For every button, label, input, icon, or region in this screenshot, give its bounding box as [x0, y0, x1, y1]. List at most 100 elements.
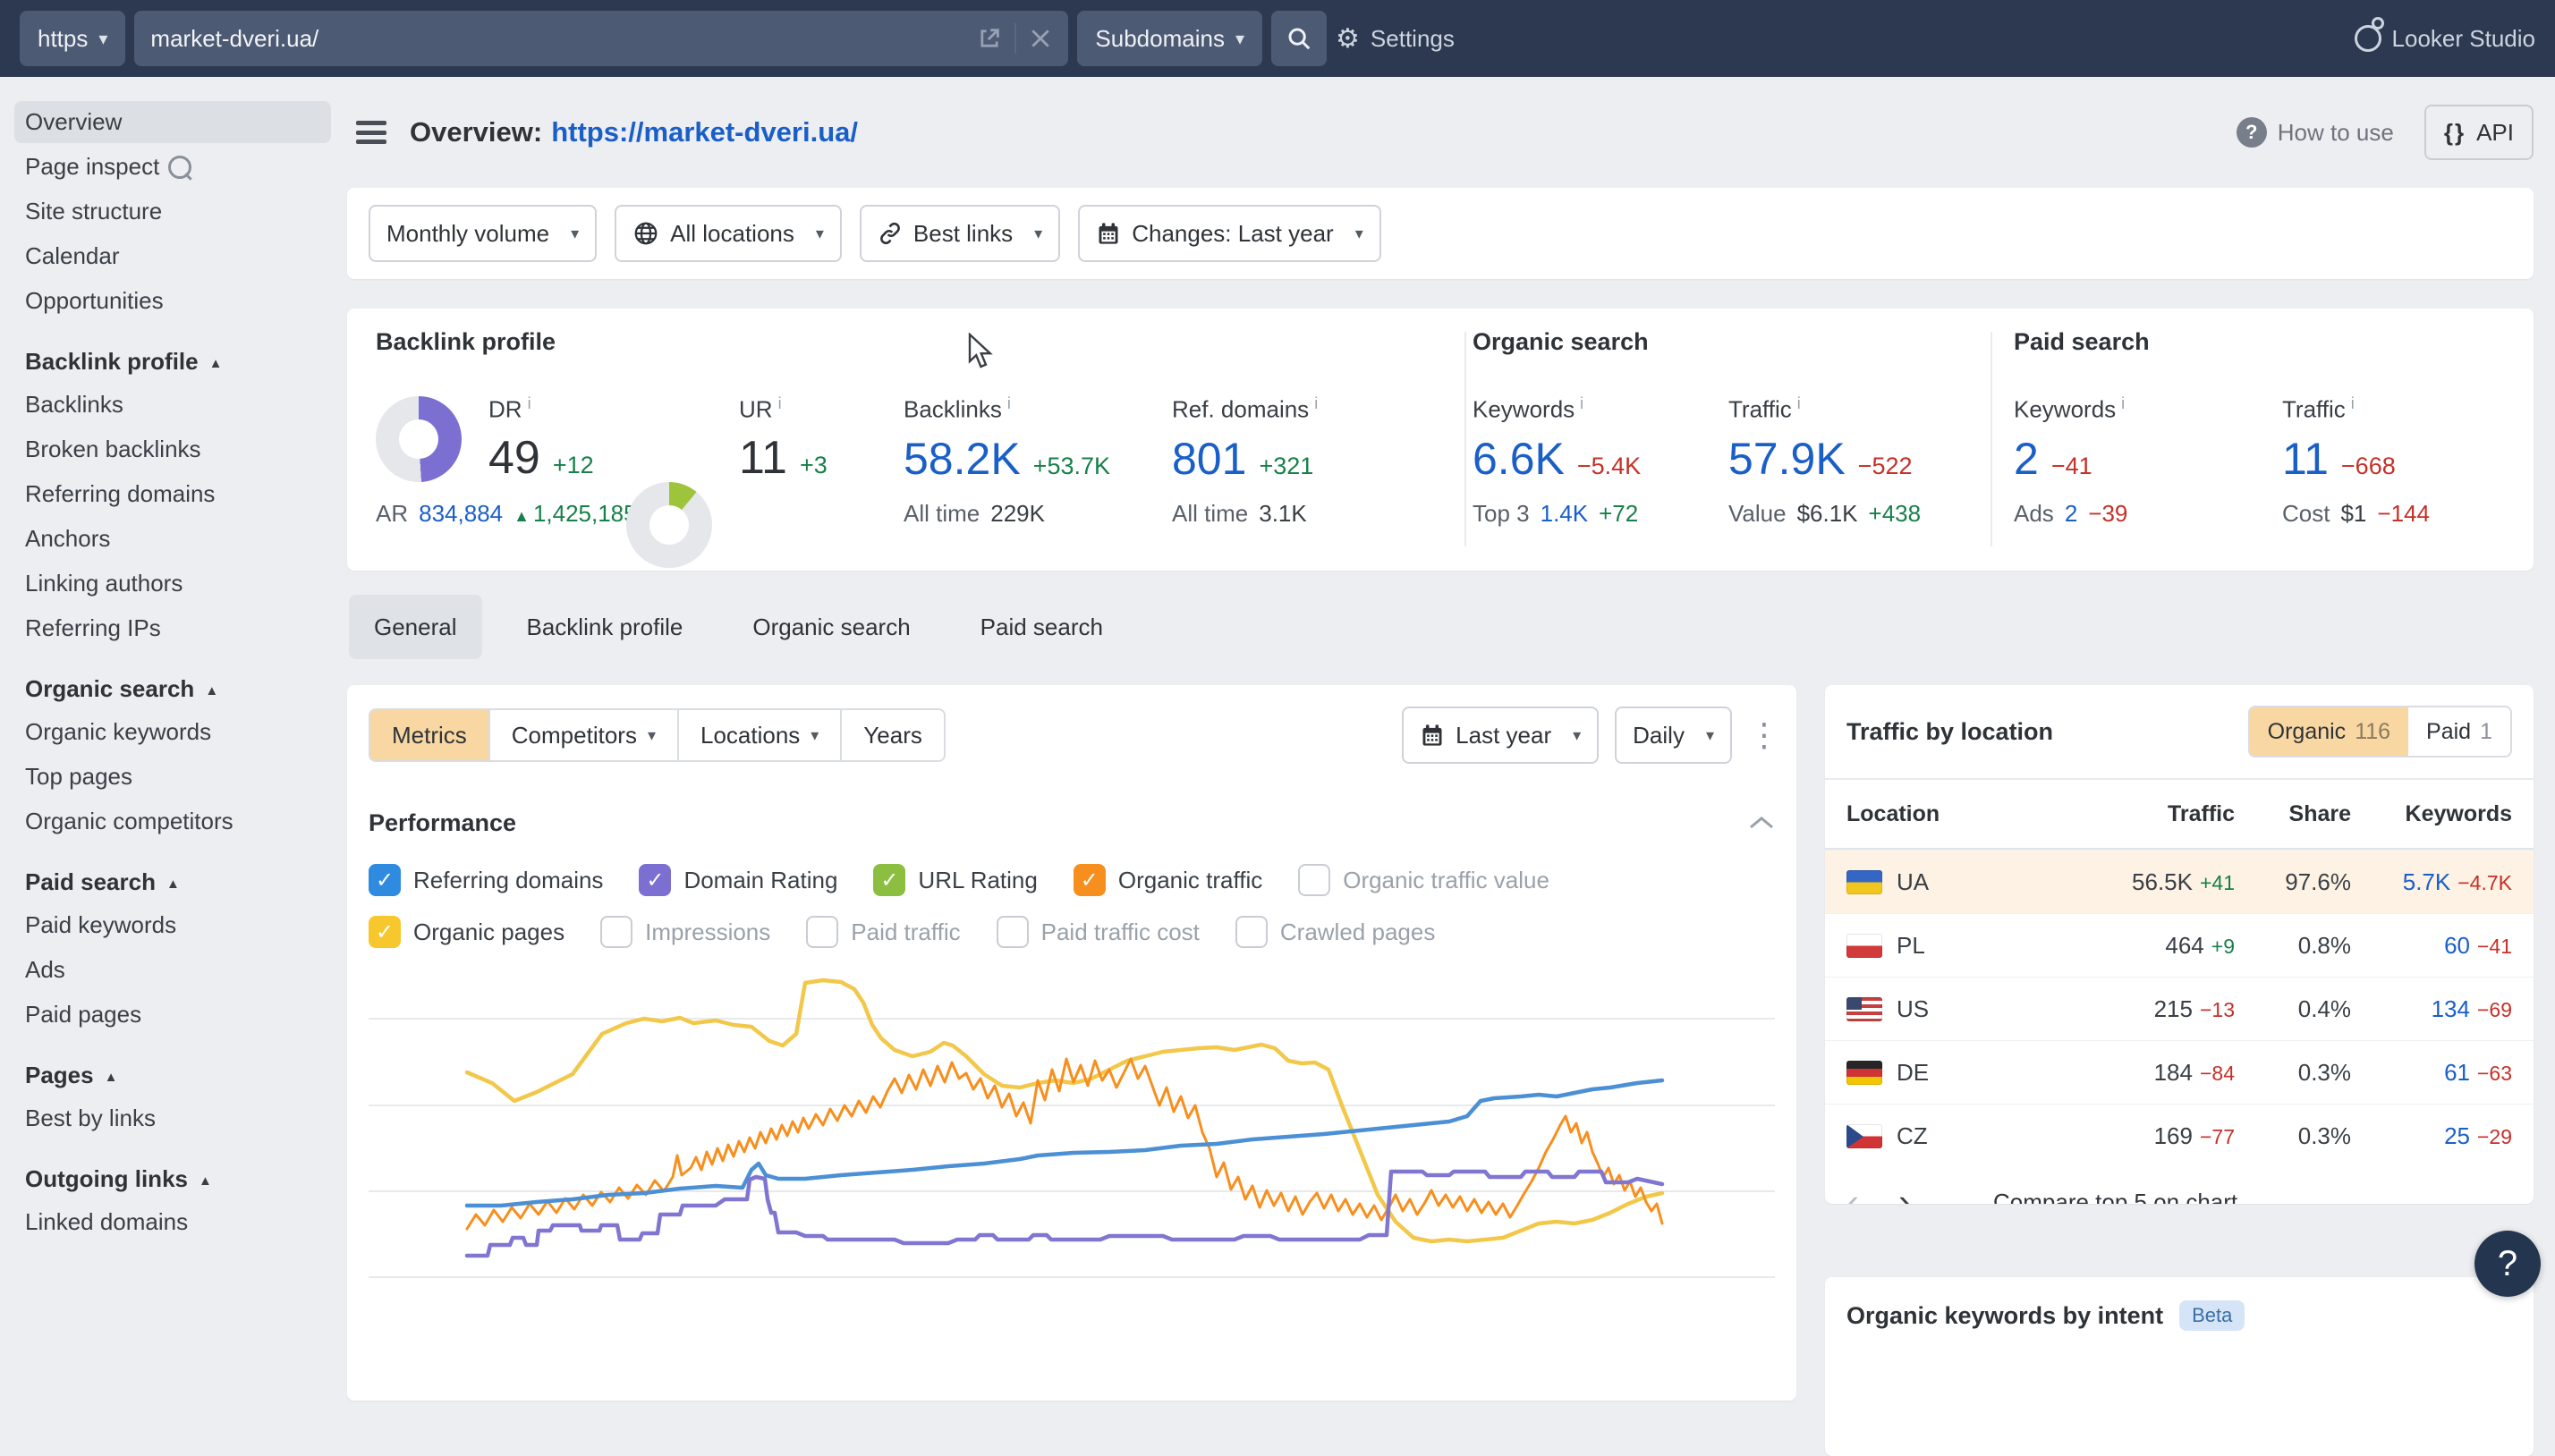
looker-studio-button[interactable]: Looker Studio	[2355, 25, 2535, 53]
sidebar-section-paid-search[interactable]: Paid search	[14, 862, 331, 902]
prev-page-icon[interactable]	[1846, 1183, 1859, 1204]
settings-label: Settings	[1371, 25, 1455, 53]
segment-locations[interactable]: Locations	[679, 710, 842, 760]
location-row-de[interactable]: DE 184−84 0.3% 61−63	[1825, 1040, 2534, 1104]
paid-keywords-value[interactable]: 2	[2014, 433, 2039, 485]
checkbox-paid-traffic[interactable]: Paid traffic	[806, 916, 960, 948]
target-url-input[interactable]: market-dveri.ua/	[134, 11, 1068, 66]
location-table-header: Location Traffic Share Keywords	[1825, 780, 2534, 850]
checkbox-url-rating[interactable]: URL Rating	[873, 864, 1037, 896]
ads-value[interactable]: 2	[2065, 500, 2077, 528]
performance-chart[interactable]	[369, 973, 1775, 1313]
sidebar-section-outgoing-links[interactable]: Outgoing links	[14, 1159, 331, 1198]
sidebar-item-paid-keywords[interactable]: Paid keywords	[14, 904, 331, 946]
checkbox-organic-pages[interactable]: Organic pages	[369, 916, 564, 948]
location-row-cz[interactable]: CZ 169−77 0.3% 25−29	[1825, 1104, 2534, 1167]
segment-metrics[interactable]: Metrics	[370, 710, 490, 760]
changes-filter-dropdown[interactable]: Changes: Last year	[1078, 205, 1381, 262]
locations-filter-dropdown[interactable]: All locations	[615, 205, 842, 262]
organic-keywords-label: Keywords	[1473, 394, 1641, 424]
sidebar-section-backlink-profile[interactable]: Backlink profile	[14, 342, 331, 381]
protocol-dropdown[interactable]: https	[20, 11, 125, 66]
sidebar-section-pages[interactable]: Pages	[14, 1055, 331, 1095]
checkbox-paid-traffic-cost[interactable]: Paid traffic cost	[997, 916, 1200, 948]
organic-traffic-value[interactable]: 57.9K	[1728, 433, 1846, 485]
keywords-value[interactable]: 61	[2444, 1059, 2470, 1086]
sidebar-item-best-by-links[interactable]: Best by links	[14, 1097, 331, 1139]
sidebar-item-top-pages[interactable]: Top pages	[14, 756, 331, 798]
sidebar-item-referring-ips[interactable]: Referring IPs	[14, 607, 331, 649]
location-row-us[interactable]: US 215−13 0.4% 134−69	[1825, 977, 2534, 1040]
sidebar-item-anchors[interactable]: Anchors	[14, 518, 331, 560]
volume-filter-dropdown[interactable]: Monthly volume	[369, 205, 597, 262]
tab-general[interactable]: General	[349, 595, 482, 659]
keywords-value[interactable]: 25	[2444, 1122, 2470, 1149]
sidebar-item-opportunities[interactable]: Opportunities	[14, 280, 331, 322]
keywords-value[interactable]: 5.7K	[2403, 868, 2451, 895]
clear-url-icon[interactable]	[1029, 27, 1052, 50]
sidebar-item-referring-domains[interactable]: Referring domains	[14, 473, 331, 515]
target-domain-link[interactable]: https://market-dveri.ua/	[551, 116, 858, 148]
checkbox-crawled-pages[interactable]: Crawled pages	[1235, 916, 1435, 948]
sidebar-item-broken-backlinks[interactable]: Broken backlinks	[14, 428, 331, 470]
tab-backlink-profile[interactable]: Backlink profile	[502, 595, 709, 659]
menu-icon[interactable]	[356, 121, 386, 144]
search-button[interactable]	[1271, 11, 1327, 66]
backlinks-value[interactable]: 58.2K	[904, 433, 1021, 485]
page-title: Overview:https://market-dveri.ua/	[410, 116, 858, 148]
collapse-chevron-icon[interactable]	[1748, 815, 1775, 831]
sidebar-item-overview[interactable]: Overview	[14, 101, 331, 143]
settings-button[interactable]: Settings	[1336, 23, 1455, 55]
help-button[interactable]	[2474, 1231, 2541, 1297]
compare-top5-link[interactable]: Compare top 5 on chart	[1993, 1189, 2237, 1205]
open-external-icon[interactable]	[977, 26, 1002, 51]
date-range-dropdown[interactable]: Last year	[1402, 707, 1599, 764]
toggle-paid[interactable]: Paid 1	[2408, 707, 2510, 756]
links-filter-dropdown[interactable]: Best links	[860, 205, 1060, 262]
ref-domains-value[interactable]: 801	[1172, 433, 1246, 485]
checkbox-organic-traffic-value[interactable]: Organic traffic value	[1298, 864, 1549, 896]
sidebar-item-linked-domains[interactable]: Linked domains	[14, 1201, 331, 1243]
checkbox-organic-traffic[interactable]: Organic traffic	[1074, 864, 1262, 896]
how-to-use-button[interactable]: How to use	[2237, 117, 2394, 148]
location-row-ua[interactable]: UA 56.5K+41 97.6% 5.7K−4.7K	[1825, 850, 2534, 913]
tab-paid-search[interactable]: Paid search	[955, 595, 1128, 659]
sidebar-item-page-inspect[interactable]: Page inspect	[14, 146, 331, 188]
top3-value[interactable]: 1.4K	[1541, 500, 1589, 528]
sidebar-item-linking-authors[interactable]: Linking authors	[14, 563, 331, 605]
sidebar-item-ads[interactable]: Ads	[14, 949, 331, 991]
sidebar-section-organic-search[interactable]: Organic search	[14, 669, 331, 708]
location-row-pl[interactable]: PL 464+9 0.8% 60−41	[1825, 913, 2534, 977]
api-button[interactable]: API	[2424, 105, 2534, 160]
sidebar-item-organic-keywords[interactable]: Organic keywords	[14, 711, 331, 753]
keywords-value[interactable]: 134	[2432, 995, 2470, 1022]
checkbox-domain-rating[interactable]: Domain Rating	[639, 864, 837, 896]
interval-label: Daily	[1633, 722, 1685, 749]
value-label: Value	[1728, 500, 1787, 528]
checkbox-referring-domains[interactable]: Referring domains	[369, 864, 603, 896]
more-options-icon[interactable]	[1748, 716, 1775, 754]
sidebar-item-site-structure[interactable]: Site structure	[14, 190, 331, 233]
next-page-icon[interactable]	[1898, 1183, 1911, 1204]
interval-dropdown[interactable]: Daily	[1615, 707, 1732, 764]
checkbox-impressions[interactable]: Impressions	[600, 916, 770, 948]
metric-checkbox-row-1: Referring domains Domain Rating URL Rati…	[369, 860, 1775, 900]
ar-value[interactable]: 834,884	[419, 500, 503, 528]
sidebar-item-calendar[interactable]: Calendar	[14, 235, 331, 277]
tab-organic-search[interactable]: Organic search	[727, 595, 935, 659]
sidebar-item-paid-pages[interactable]: Paid pages	[14, 994, 331, 1036]
sidebar-item-label: Paid keywords	[25, 904, 176, 946]
sidebar-item-backlinks[interactable]: Backlinks	[14, 384, 331, 426]
sidebar-item-label: Site structure	[25, 190, 162, 233]
keywords-value[interactable]: 60	[2444, 932, 2470, 959]
segment-competitors[interactable]: Competitors	[490, 710, 679, 760]
ref-domains-label: Ref. domains	[1172, 394, 1318, 424]
keywords-delta: −63	[2477, 1062, 2512, 1085]
toggle-organic[interactable]: Organic 116	[2250, 707, 2408, 756]
segment-years[interactable]: Years	[842, 710, 944, 760]
paid-traffic-value[interactable]: 11	[2282, 433, 2329, 485]
toggle-label: Paid	[2426, 719, 2471, 745]
sidebar-item-organic-competitors[interactable]: Organic competitors	[14, 800, 331, 842]
scope-dropdown[interactable]: Subdomains	[1077, 11, 1262, 66]
organic-keywords-value[interactable]: 6.6K	[1473, 433, 1565, 485]
